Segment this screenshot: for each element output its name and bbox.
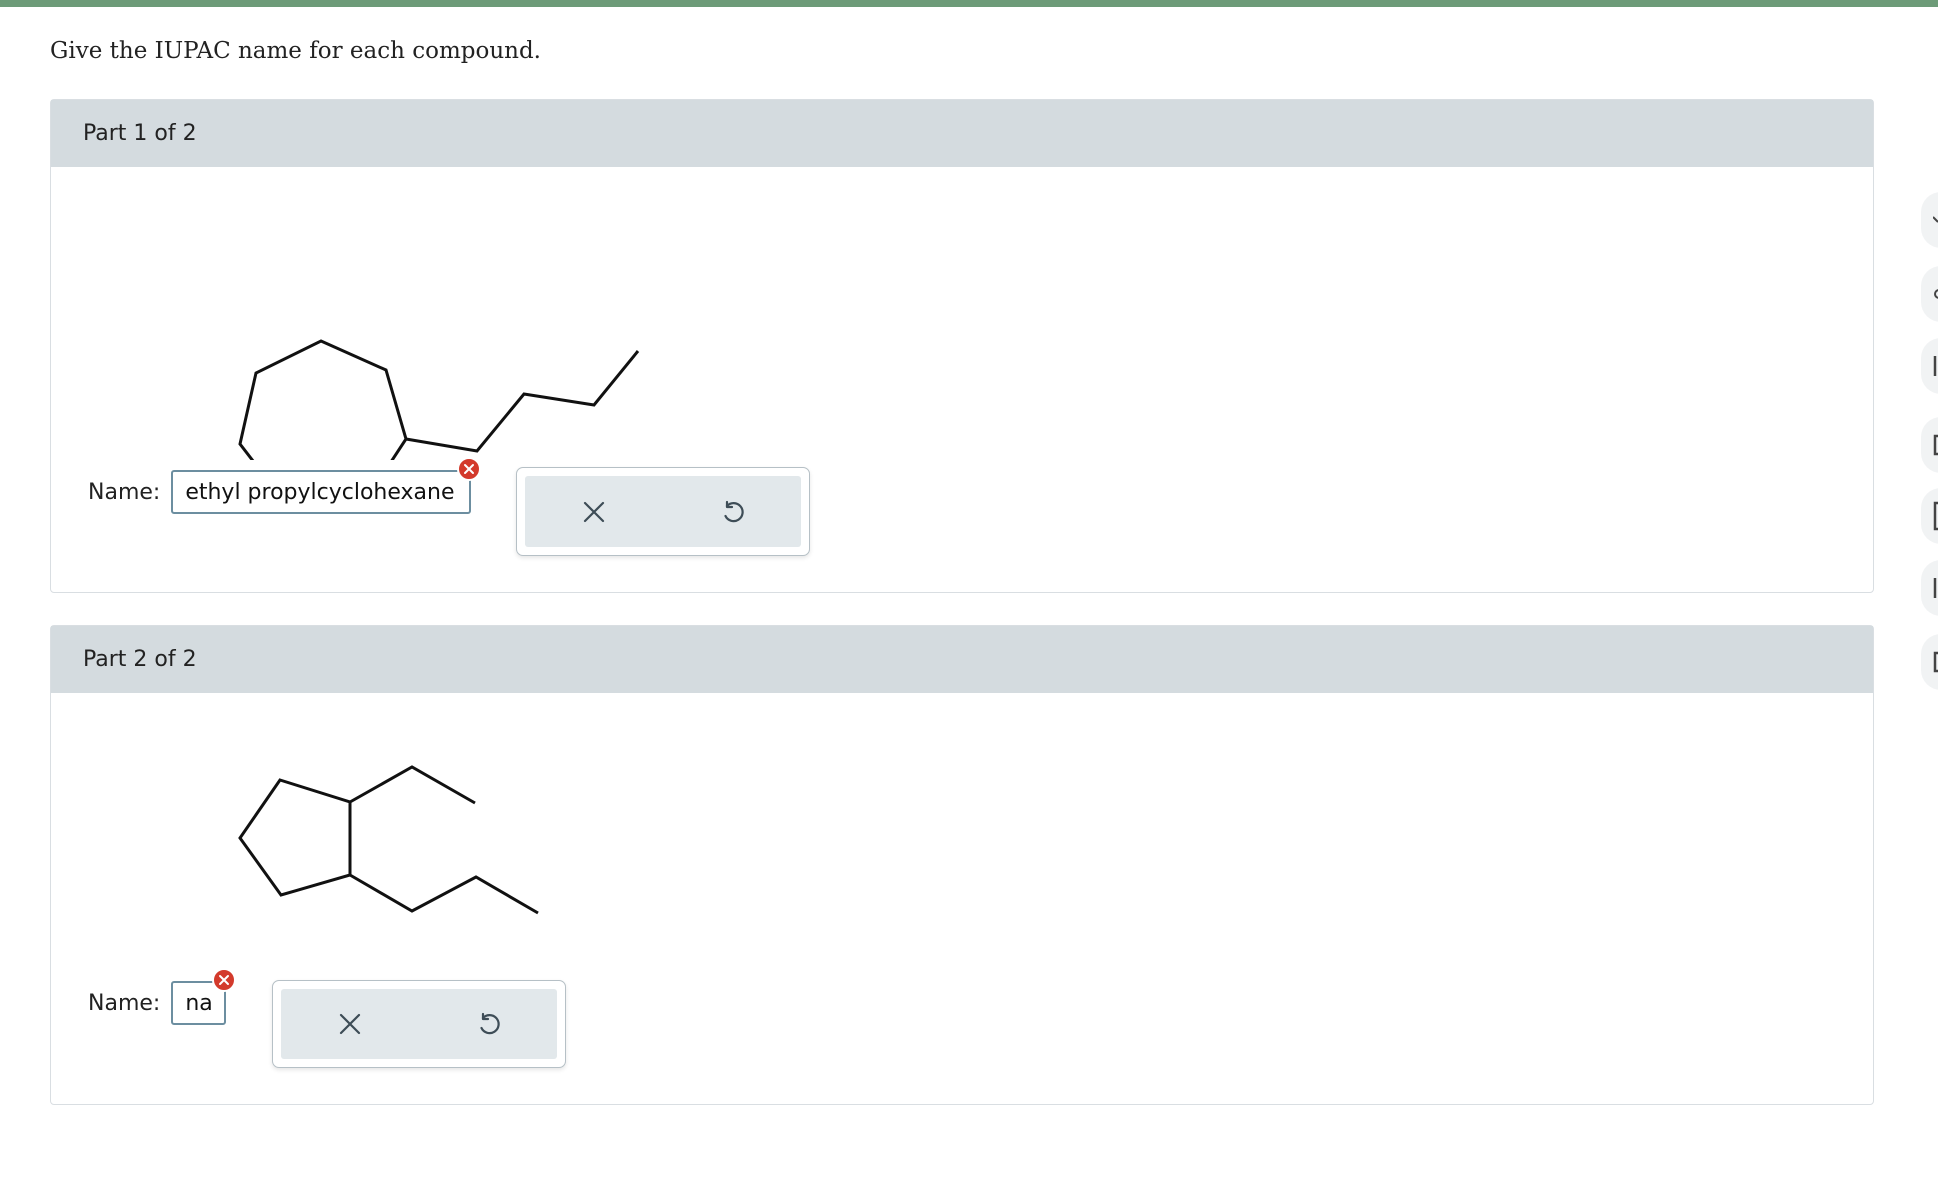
data-icon — [1933, 578, 1937, 598]
part-2-panel: Part 2 of 2 Name: na — [50, 625, 1874, 1105]
part-1-tool-group — [516, 467, 810, 556]
part-2-answer-input[interactable]: na — [171, 968, 237, 1025]
part-2-molecule-structure — [238, 765, 539, 915]
part-2-name-label: Name: — [88, 990, 161, 1016]
undo-icon[interactable] — [468, 1004, 508, 1044]
part-2-header: Part 2 of 2 — [51, 626, 1873, 693]
part-2-title: Part 2 of 2 — [83, 647, 197, 672]
side-tab-data[interactable] — [1921, 560, 1938, 616]
help-icon — [1933, 651, 1938, 673]
side-tab-key[interactable] — [1921, 266, 1938, 322]
chevron-icon — [1933, 216, 1938, 223]
clear-x-icon[interactable] — [330, 1004, 370, 1044]
cycloheptane-ring — [238, 339, 408, 460]
part-1-panel: Part 1 of 2 Name: ethyl propylcyclohexan… — [50, 99, 1874, 593]
part-2-answer-value: na — [185, 990, 213, 1016]
upper-ethyl-chain — [349, 765, 476, 805]
incorrect-x-icon — [457, 457, 482, 481]
part-1-answer-value: ethyl propylcyclohexane — [185, 479, 455, 505]
cyclopentane-ring — [238, 778, 352, 897]
instruction-text: Give the IUPAC name for each compound. — [50, 38, 541, 64]
lower-propyl-chain — [349, 873, 539, 915]
part-1-title: Part 1 of 2 — [83, 121, 197, 146]
side-tab-book[interactable] — [1921, 338, 1938, 394]
side-tab-periodic-table[interactable] — [1921, 488, 1938, 544]
part-2-tool-inner — [281, 989, 557, 1059]
side-tab-calculator[interactable] — [1921, 417, 1938, 473]
part-1-header: Part 1 of 2 — [51, 100, 1873, 167]
book-icon — [1933, 356, 1937, 376]
side-tab-chevron[interactable] — [1921, 192, 1938, 248]
undo-icon[interactable] — [712, 492, 752, 532]
part-2-name-row: Name: na — [88, 968, 237, 1025]
top-accent-bar — [0, 0, 1938, 7]
incorrect-x-icon — [212, 968, 237, 992]
side-tab-help[interactable] — [1921, 634, 1938, 690]
calculator-icon — [1933, 434, 1938, 456]
part-2-tool-group — [272, 980, 566, 1068]
key-icon — [1934, 289, 1938, 299]
periodic-table-icon — [1933, 501, 1938, 531]
part-1-molecule-structure — [238, 339, 640, 460]
part-1-name-row: Name: ethyl propylcyclohexane — [88, 457, 482, 514]
part-1-answer-input[interactable]: ethyl propylcyclohexane — [171, 457, 482, 514]
part-1-tool-inner — [525, 476, 801, 547]
butyl-chain — [405, 350, 640, 453]
part-1-name-label: Name: — [88, 479, 161, 505]
clear-x-icon[interactable] — [574, 492, 614, 532]
